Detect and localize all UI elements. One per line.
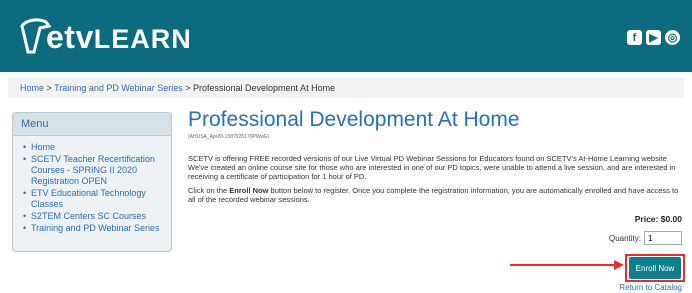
sidebar-menu: Menu Home SCETV Teacher Recertification … [12,112,172,252]
youtube-icon[interactable]: ▶ [646,30,661,45]
social-links: f ▶ ◎ [627,30,680,45]
sc-state-mark-icon [18,16,52,58]
facebook-icon[interactable]: f [627,30,642,45]
instructions-paragraph: Click on the Enroll Now button below to … [188,186,679,204]
menu-title: Menu [13,113,171,136]
breadcrumb-separator: > [46,83,52,93]
menu-item-edtech-classes[interactable]: ETV Educational Technology Classes [23,188,171,210]
quantity-input[interactable] [644,231,682,245]
description-paragraph: SCETV is offering FREE recorded versions… [188,154,676,181]
price-label: Price: $0.00 [634,214,682,224]
menu-list: Home SCETV Teacher Recertification Cours… [13,142,171,234]
course-code: (AHUSA_Apr20-1587925179PWwE) [188,134,270,140]
breadcrumb-training[interactable]: Training and PD Webinar Series [54,83,183,93]
annotation-arrow [510,264,618,266]
return-to-catalog-link[interactable]: Return to Catalog [619,283,682,292]
logo-text: etvLEARN [46,19,192,55]
site-header: etvLEARN f ▶ ◎ [0,0,692,72]
enroll-now-button[interactable]: Enroll Now [629,257,681,279]
menu-item-s2tem[interactable]: S2TEM Centers SC Courses [23,211,171,222]
etv-learn-logo[interactable]: etvLEARN [18,14,192,60]
quantity-row: Quantity: [609,231,682,245]
breadcrumb-home[interactable]: Home [20,83,44,93]
menu-item-home[interactable]: Home [23,142,171,153]
main-content: Professional Development At Home (AHUSA_… [188,108,686,245]
breadcrumb-current: Professional Development At Home [193,83,336,93]
menu-item-webinar-series[interactable]: Training and PD Webinar Series [23,223,171,234]
annotation-arrow-head [614,260,624,270]
breadcrumb: Home > Training and PD Webinar Series > … [8,78,684,98]
menu-item-recertification[interactable]: SCETV Teacher Recertification Courses - … [23,154,171,187]
breadcrumb-separator: > [185,83,191,93]
quantity-label: Quantity: [608,233,641,243]
page-title: Professional Development At Home [188,108,520,131]
globe-icon[interactable]: ◎ [665,30,680,45]
